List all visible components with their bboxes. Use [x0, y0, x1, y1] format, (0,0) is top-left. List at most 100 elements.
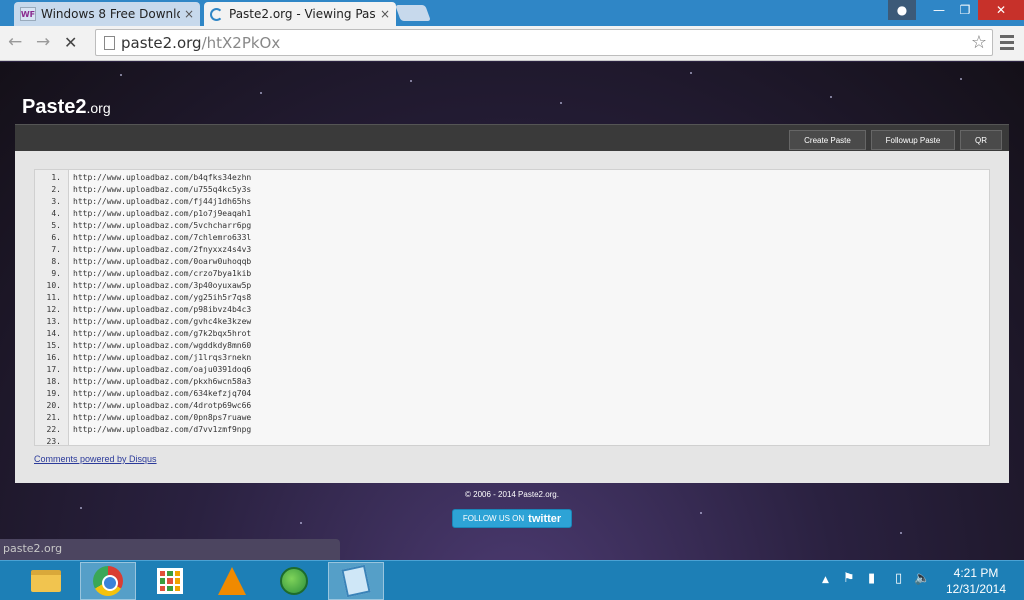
line-text: http://www.uploadbaz.com/5vchcharr6pg: [73, 220, 252, 230]
chrome-taskbar-button[interactable]: [80, 562, 136, 600]
line-text: http://www.uploadbaz.com/u755q4kc5y3s: [73, 184, 252, 194]
page-viewport: Paste2.org Create Paste Followup Paste Q…: [0, 62, 1024, 560]
taskbar-clock[interactable]: 4:21 PM 12/31/2014: [944, 565, 1008, 597]
line-number: 20.: [46, 400, 61, 410]
windows-taskbar: ▲ ⚑ ▮ ▯ 🔈 4:21 PM 12/31/2014: [0, 560, 1024, 600]
bookmark-star-icon[interactable]: ☆: [971, 32, 987, 53]
paste-line: 3. http://www.uploadbaz.com/fj44j1dh65hs: [35, 195, 989, 207]
background-star: [260, 92, 262, 94]
notepad-taskbar-button[interactable]: [328, 562, 384, 600]
network-signal-icon[interactable]: ▮: [868, 571, 875, 586]
url-host: paste2.org: [121, 34, 202, 52]
line-number: 13.: [46, 316, 61, 326]
line-text: http://www.uploadbaz.com/p98ibvz4b4c3: [73, 304, 252, 314]
background-star: [690, 72, 692, 74]
line-text: http://www.uploadbaz.com/yg25ih5r7qs8: [73, 292, 252, 302]
site-logo[interactable]: Paste2.org: [22, 96, 111, 119]
paste-code-box: 1. http://www.uploadbaz.com/b4qfks34ezhn 2…: [34, 169, 990, 446]
paste-line: 8. http://www.uploadbaz.com/0oarw0uhoqqb: [35, 255, 989, 267]
address-bar[interactable]: paste2.org/htX2PkOx ☆: [95, 29, 993, 56]
disqus-link[interactable]: Comments powered by Disqus: [34, 454, 157, 464]
maximize-button[interactable]: ❐: [952, 0, 978, 20]
chrome-icon: [93, 566, 123, 596]
line-text: http://www.uploadbaz.com/fj44j1dh65hs: [73, 196, 252, 206]
user-icon[interactable]: ●: [888, 0, 916, 20]
idm-icon: [280, 567, 308, 595]
chrome-menu-icon[interactable]: [1000, 35, 1014, 53]
url-path: /htX2PkOx: [201, 34, 281, 52]
close-window-button[interactable]: ✕: [978, 0, 1024, 20]
paste-line: 16. http://www.uploadbaz.com/j1lrqs3rnekn: [35, 351, 989, 363]
forward-button[interactable]: →: [36, 32, 50, 52]
background-star: [410, 80, 412, 82]
notepad-icon: [341, 564, 371, 598]
line-text: http://www.uploadbaz.com/pkxh6wcn58a3: [73, 376, 252, 386]
vlc-taskbar-button[interactable]: [204, 562, 260, 600]
line-number: 19.: [46, 388, 61, 398]
twitter-logo: twitter: [528, 512, 562, 525]
url-text[interactable]: paste2.org/htX2PkOx: [121, 34, 280, 52]
paste-line: 2. http://www.uploadbaz.com/u755q4kc5y3s: [35, 183, 989, 195]
line-number: 21.: [46, 412, 61, 422]
followup-paste-button[interactable]: Followup Paste: [871, 130, 955, 150]
store-icon: [157, 568, 183, 594]
logo-name: Paste2: [22, 96, 87, 118]
paste-line: 22. http://www.uploadbaz.com/d7vv1zmf9npg: [35, 423, 989, 435]
line-text: http://www.uploadbaz.com/634kefzjq704: [73, 388, 252, 398]
store-taskbar-button[interactable]: [142, 562, 198, 600]
status-bubble: paste2.org: [0, 539, 340, 560]
close-tab-button[interactable]: ×: [380, 7, 390, 21]
line-number: 8.: [51, 256, 61, 266]
line-number: 23.: [46, 436, 61, 446]
close-tab-button[interactable]: ×: [184, 7, 194, 21]
line-number: 7.: [51, 244, 61, 254]
action-center-flag-icon[interactable]: ⚑: [843, 571, 855, 586]
page-icon: [104, 36, 115, 50]
tab-paste2[interactable]: Paste2.org - Viewing Paste ×: [204, 2, 396, 26]
follow-twitter-button[interactable]: FOLLOW US ON twitter: [452, 509, 572, 528]
line-number: 11.: [46, 292, 61, 302]
browser-tab-strip: WF Windows 8 Free Downloac × Paste2.org …: [0, 0, 1024, 26]
line-text: http://www.uploadbaz.com/gvhc4ke3kzew: [73, 316, 252, 326]
volume-icon[interactable]: 🔈: [914, 571, 930, 586]
create-paste-button[interactable]: Create Paste: [789, 130, 866, 150]
line-number: 14.: [46, 328, 61, 338]
paste-line: 1. http://www.uploadbaz.com/b4qfks34ezhn: [35, 171, 989, 183]
new-tab-button[interactable]: [395, 5, 431, 21]
line-text: http://www.uploadbaz.com/g7k2bqx5hrot: [73, 328, 252, 338]
idm-taskbar-button[interactable]: [266, 562, 322, 600]
paste-line: 23.: [35, 435, 989, 447]
line-text: http://www.uploadbaz.com/p1o7j9eaqah1: [73, 208, 252, 218]
paste-content-panel: 1. http://www.uploadbaz.com/b4qfks34ezhn 2…: [15, 151, 1009, 483]
wf-favicon-icon: WF: [20, 7, 36, 21]
paste-lines: 1. http://www.uploadbaz.com/b4qfks34ezhn 2…: [35, 171, 989, 447]
background-star: [900, 532, 902, 534]
file-explorer-button[interactable]: [18, 562, 74, 600]
line-number: 15.: [46, 340, 61, 350]
line-number: 6.: [51, 232, 61, 242]
minimize-button[interactable]: —: [926, 0, 952, 20]
paste-line: 11. http://www.uploadbaz.com/yg25ih5r7qs8: [35, 291, 989, 303]
paste-line: 10. http://www.uploadbaz.com/3p40oyuxaw5p: [35, 279, 989, 291]
clock-time: 4:21 PM: [953, 566, 999, 580]
paste-line: 18. http://www.uploadbaz.com/pkxh6wcn58a3: [35, 375, 989, 387]
paste-line: 19. http://www.uploadbaz.com/634kefzjq704: [35, 387, 989, 399]
back-button[interactable]: ←: [8, 32, 22, 52]
line-number: 10.: [46, 280, 61, 290]
line-text: http://www.uploadbaz.com/0oarw0uhoqqb: [73, 256, 252, 266]
line-number: 1.: [51, 172, 61, 182]
line-number: 16.: [46, 352, 61, 362]
show-hidden-icons-icon[interactable]: ▲: [822, 575, 829, 585]
paste-line: 13. http://www.uploadbaz.com/gvhc4ke3kzew: [35, 315, 989, 327]
qr-button[interactable]: QR: [960, 130, 1002, 150]
paste-line: 15. http://www.uploadbaz.com/wgddkdy8mn60: [35, 339, 989, 351]
line-number: 17.: [46, 364, 61, 374]
line-number: 2.: [51, 184, 61, 194]
battery-icon[interactable]: ▯: [895, 571, 902, 586]
logo-tld: .org: [86, 100, 111, 116]
folder-icon: [31, 570, 61, 592]
stop-button[interactable]: ✕: [64, 33, 77, 52]
tab-title: Windows 8 Free Downloac: [41, 7, 180, 21]
line-text: http://www.uploadbaz.com/b4qfks34ezhn: [73, 172, 252, 182]
tab-windows8[interactable]: WF Windows 8 Free Downloac ×: [14, 2, 200, 26]
